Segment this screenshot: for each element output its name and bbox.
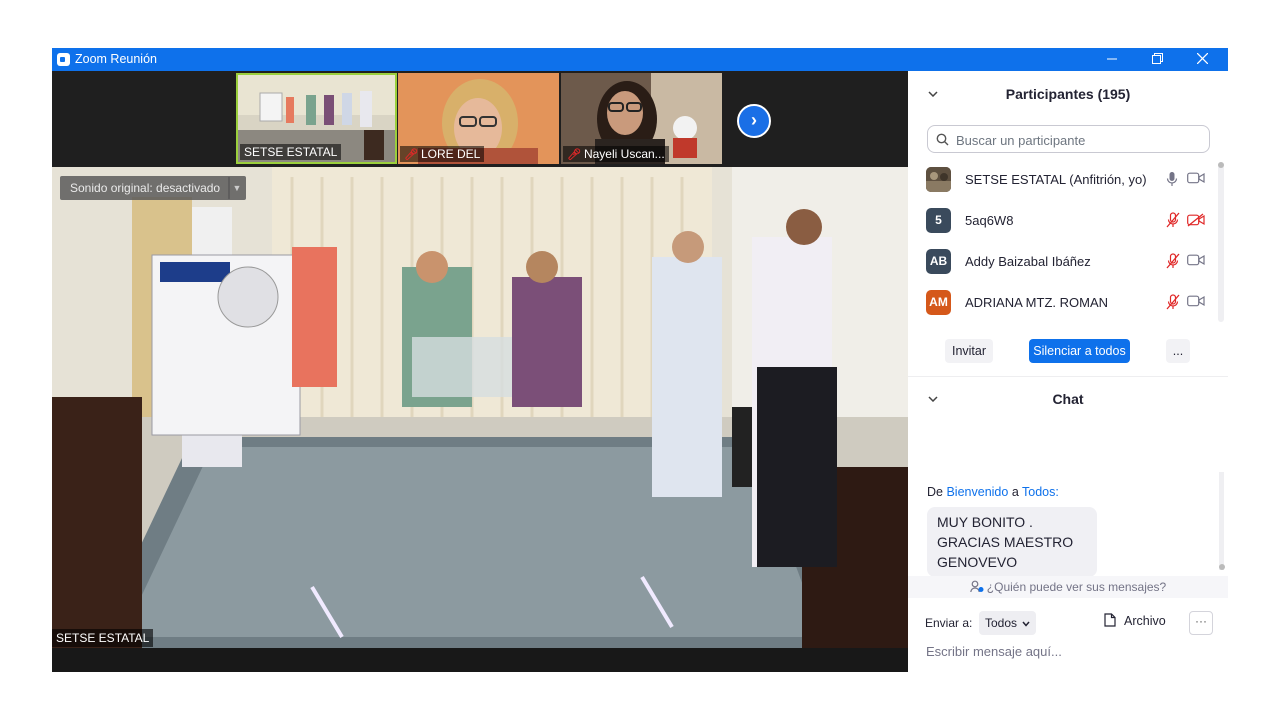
participants-more-button[interactable]: ...	[1166, 339, 1190, 363]
participant-row[interactable]: AB Addy Baizabal Ibáñez	[926, 246, 1214, 276]
file-button[interactable]: Archivo	[1104, 613, 1166, 628]
microphone-icon[interactable]	[1166, 171, 1178, 187]
avatar: 5	[926, 208, 951, 233]
participant-search-input[interactable]	[954, 130, 1198, 150]
thumbnail-name: 🎤︎ Nayeli Uscan...	[563, 146, 669, 162]
thumbnail-name: SETSE ESTATAL	[240, 144, 342, 160]
thumbnail-setse[interactable]: SETSE ESTATAL	[236, 73, 397, 164]
participant-name: SETSE ESTATAL (Anfitrión, yo)	[965, 172, 1147, 187]
minimize-icon	[1107, 58, 1117, 60]
window-title: Zoom Reunión	[75, 52, 157, 66]
participant-name: ADRIANA MTZ. ROMAN	[965, 295, 1109, 310]
chat-message-header: De Bienvenido a Todos:	[927, 485, 1059, 499]
participant-row[interactable]: SETSE ESTATAL (Anfitrión, yo)	[926, 164, 1214, 194]
participant-name: 5aq6W8	[965, 213, 1014, 228]
muted-microphone-icon[interactable]	[1166, 212, 1180, 228]
thumbnail-nayeli[interactable]: 🎤︎ Nayeli Uscan...	[561, 73, 722, 164]
sound-dropdown-button[interactable]: ▼	[228, 176, 246, 200]
invite-button[interactable]: Invitar	[945, 339, 993, 363]
chat-scrollbar[interactable]	[1219, 472, 1225, 570]
close-button[interactable]	[1179, 48, 1225, 71]
avatar: AM	[926, 290, 951, 315]
avatar-photo	[926, 167, 951, 192]
muted-mic-icon: 🎤︎	[404, 149, 418, 161]
scrollbar-thumb[interactable]	[1219, 564, 1225, 570]
thumbnail-name: 🎤︎ LORE DEL	[400, 146, 485, 162]
chevron-down-icon: ▼	[232, 183, 242, 193]
muted-microphone-icon[interactable]	[1166, 253, 1180, 269]
side-panel: Participantes (195) SETSE ESTATAL (Anfit…	[908, 71, 1228, 672]
mute-all-button[interactable]: Silenciar a todos	[1029, 339, 1130, 363]
send-to-value: Todos	[985, 616, 1018, 630]
chevron-right-icon: ›	[751, 110, 757, 130]
participant-search[interactable]	[927, 125, 1210, 153]
person-lock-icon	[969, 580, 984, 593]
original-sound-button[interactable]: Sonido original: desactivado	[60, 176, 231, 200]
scrollbar-thumb[interactable]	[1218, 162, 1224, 168]
who-can-see-link[interactable]: ¿Quién puede ver sus mensajes?	[908, 576, 1228, 598]
participant-name: Addy Baizabal Ibáñez	[965, 254, 1091, 269]
video-bottom-band	[52, 648, 908, 672]
search-icon	[936, 133, 949, 146]
participant-row[interactable]: AM ADRIANA MTZ. ROMAN	[926, 287, 1214, 317]
send-to-dropdown[interactable]: Todos	[979, 611, 1037, 635]
chat-message-input[interactable]	[924, 640, 1208, 662]
participant-row[interactable]: 5 5aq6W8	[926, 205, 1214, 235]
video-camera-icon[interactable]	[1187, 295, 1205, 307]
thumbnail-strip: SETSE ESTATAL 🎤︎ LORE DEL 🎤︎ Nayeli Usca…	[52, 71, 908, 167]
participants-scrollbar[interactable]	[1218, 162, 1224, 322]
send-to-label: Enviar a:	[925, 616, 973, 630]
muted-mic-icon: 🎤︎	[567, 149, 581, 161]
file-label: Archivo	[1124, 614, 1166, 628]
restore-button[interactable]	[1134, 48, 1180, 71]
thumbnail-lore[interactable]: 🎤︎ LORE DEL	[398, 73, 559, 164]
next-page-button[interactable]: ›	[737, 104, 771, 138]
sender-name[interactable]: Bienvenido	[946, 485, 1008, 499]
to-word: a	[1011, 485, 1019, 499]
title-bar: Zoom Reunión	[52, 48, 1228, 71]
video-camera-icon[interactable]	[1187, 172, 1205, 184]
muted-microphone-icon[interactable]	[1166, 294, 1180, 310]
chat-title: Chat	[1052, 391, 1084, 407]
who-can-see-text: ¿Quién puede ver sus mensajes?	[986, 580, 1167, 594]
video-area: SETSE ESTATAL 🎤︎ LORE DEL 🎤︎ Nayeli Usca…	[52, 71, 908, 672]
file-icon	[1104, 613, 1116, 627]
restore-icon	[1151, 53, 1163, 64]
avatar	[926, 167, 951, 192]
avatar: AB	[926, 249, 951, 274]
chat-more-button[interactable]: ···	[1189, 611, 1213, 635]
minimize-button[interactable]	[1089, 48, 1135, 71]
recipient-name: Todos:	[1022, 485, 1059, 499]
main-speaker-video: Sonido original: desactivado ▼ SETSE EST…	[52, 167, 908, 648]
meeting-room-scene	[52, 167, 908, 648]
close-icon	[1196, 52, 1208, 65]
participants-title: Participantes (195)	[1005, 86, 1131, 102]
from-prefix: De	[927, 485, 943, 499]
video-off-icon[interactable]	[1187, 213, 1205, 227]
speaker-name-label: SETSE ESTATAL	[52, 629, 154, 647]
zoom-window: Zoom Reunión SETSE ESTATAL 🎤︎ LORE DEL 🎤…	[52, 48, 1228, 672]
zoom-app-icon	[57, 53, 70, 66]
divider	[908, 376, 1228, 377]
chat-message-bubble: MUY BONITO . GRACIAS MAESTRO GENOVEVO	[927, 507, 1097, 577]
chevron-down-icon	[1022, 621, 1030, 627]
video-camera-icon[interactable]	[1187, 254, 1205, 266]
